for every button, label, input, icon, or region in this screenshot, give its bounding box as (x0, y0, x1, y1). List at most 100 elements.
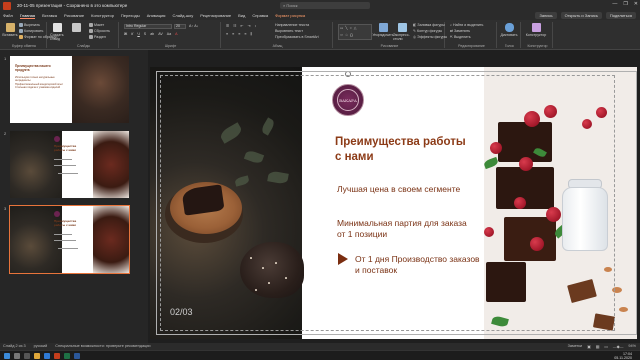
slide-thumbnail-2[interactable]: Преимущества работы с нами (10, 131, 129, 198)
slide-canvas[interactable]: 02/03 ВАКАРА Преимущества работы с нами … (150, 67, 637, 339)
shrink-font-icon: A↓ (194, 24, 199, 28)
cut-button[interactable]: Вырезать (19, 23, 40, 27)
zoom-level[interactable]: 94% (628, 344, 636, 349)
numbering-icon[interactable]: ☷ (233, 24, 236, 28)
tab-picture-format[interactable]: Формат рисунка (275, 13, 305, 18)
font-size-buttons[interactable]: A↑ A↓ (189, 24, 198, 28)
tab-review[interactable]: Рецензирование (200, 13, 231, 18)
designer-icon (531, 23, 541, 32)
new-slide-icon (52, 23, 62, 32)
shadow-button[interactable]: ab (150, 32, 154, 36)
cake-round (240, 242, 304, 298)
tab-transitions[interactable]: Переходы (121, 13, 140, 18)
tab-help[interactable]: Справка (252, 13, 268, 18)
reuse-slides-button[interactable] (66, 23, 86, 33)
powerpoint-icon[interactable] (54, 353, 60, 359)
align-text-button[interactable]: Выровнять текст (275, 29, 303, 33)
minimize-button[interactable]: — (612, 1, 617, 7)
bullets-icon[interactable]: ☰ (226, 24, 229, 28)
dictate-button[interactable]: Диктовать (501, 23, 517, 37)
outdent-icon[interactable]: ⇥ (247, 24, 250, 28)
tab-design[interactable]: Конструктор (91, 13, 114, 18)
slide-thumbnail-3[interactable]: Преимущества работы с нами (9, 205, 130, 274)
thumbnail-title: Преимущества работы с нами (54, 144, 77, 152)
normal-view-icon[interactable]: ▣ (587, 344, 591, 349)
align-right-icon[interactable]: ≡ (238, 32, 240, 36)
rotate-handle[interactable] (345, 71, 351, 77)
slide-heading[interactable]: Преимущества работы с нами (335, 135, 475, 165)
find-button[interactable]: ⌕ Найти и выделить (450, 23, 483, 27)
present-button[interactable]: Открыть и Запись (560, 12, 602, 19)
tab-animations[interactable]: Анимация (147, 13, 166, 18)
voice-group: Диктовать Голос (499, 22, 521, 48)
italic-button[interactable]: К (131, 32, 133, 36)
shape-effects-button[interactable]: ◎ Эффекты фигуры (413, 35, 447, 39)
quick-styles-button[interactable]: Экспресс-стили (393, 23, 411, 41)
explorer-icon[interactable] (34, 353, 40, 359)
shape-outline-button[interactable]: ✎ Контур фигуры (413, 29, 442, 33)
close-button[interactable]: ✕ (634, 1, 638, 7)
tab-insert[interactable]: Вставка (42, 13, 57, 18)
font-name-select[interactable]: Intro Regular (124, 24, 172, 29)
layout-button[interactable]: Макет (89, 23, 104, 27)
align-center-icon[interactable]: ≡ (232, 32, 234, 36)
system-clock[interactable]: 17:04 05.11.2020 (614, 352, 632, 360)
slide-thumbnail-1[interactable]: Преимущества нашего продукта Используем … (10, 56, 129, 123)
thumbnail-logo (54, 136, 60, 142)
tab-file[interactable]: Файл (3, 13, 13, 18)
notes-button[interactable]: Заметки (568, 344, 583, 349)
powerpoint-icon (3, 1, 11, 10)
zoom-slider[interactable]: —◆— (613, 344, 624, 349)
brand-logo[interactable]: ВАКАРА (332, 84, 364, 116)
reset-button[interactable]: Сбросить (89, 29, 110, 33)
browser-icon[interactable] (44, 353, 50, 359)
tab-view[interactable]: Вид (238, 13, 245, 18)
columns-icon[interactable]: ⫼ (250, 32, 252, 36)
point-production[interactable]: От 1 дня Производство заказов и поставок (355, 254, 480, 276)
bold-button[interactable]: Ж (124, 32, 127, 36)
tab-slideshow[interactable]: Слайд-шоу (172, 13, 193, 18)
smartart-button[interactable]: Преобразовать в SmartArt (275, 35, 319, 39)
indent-icon[interactable]: ⇤ (240, 24, 243, 28)
scissors-icon (19, 23, 23, 27)
text-direction-button[interactable]: Направление текста (275, 23, 309, 27)
maximize-button[interactable]: ❐ (623, 1, 627, 7)
strike-button[interactable]: S (144, 32, 146, 36)
font-size-select[interactable]: 20 (174, 24, 186, 29)
shape-fill-button[interactable]: ◧ Заливка фигуры (413, 23, 445, 27)
share-button[interactable]: Поделиться (605, 12, 636, 19)
spacing-button[interactable]: AV (158, 32, 163, 36)
task-view-icon[interactable] (24, 353, 30, 359)
copy-icon (19, 29, 23, 33)
start-icon[interactable] (4, 353, 10, 359)
sorter-view-icon[interactable]: ▦ (596, 344, 600, 349)
star-shape-icon: ☆ (345, 33, 349, 37)
copy-button[interactable]: Копировать (19, 29, 43, 33)
search-icon[interactable] (14, 353, 20, 359)
shapes-gallery[interactable]: ▭ ╲ ○ △ ⇨ ☆{} (338, 24, 372, 40)
arrange-button[interactable]: Упорядочить (372, 23, 394, 37)
tab-draw[interactable]: Рисование (64, 13, 84, 18)
paste-button[interactable]: Вставить (2, 23, 18, 37)
justify-icon[interactable]: ≡ (244, 32, 246, 36)
underline-button[interactable]: Ч (137, 32, 139, 36)
section-button[interactable]: Раздел (89, 35, 106, 39)
accessibility-status[interactable]: Специальные возможности: проверьте реком… (55, 344, 150, 348)
font-color-button[interactable]: A (175, 32, 177, 36)
point-min-order[interactable]: Минимальная партия для заказа от 1 позиц… (337, 218, 477, 240)
excel-icon[interactable] (64, 353, 70, 359)
reading-view-icon[interactable]: ▭ (604, 344, 608, 349)
replace-button[interactable]: ⇄ Заменить (450, 29, 470, 33)
new-slide-button[interactable]: Создать слайд (50, 23, 64, 41)
case-button[interactable]: Aa (167, 32, 171, 36)
align-left-icon[interactable]: ≡ (226, 32, 228, 36)
tab-home[interactable]: Главная (19, 13, 36, 19)
search-input[interactable]: ⌕ Поиск (280, 2, 370, 9)
select-button[interactable]: ⇱ Выделить (450, 35, 471, 39)
line-spacing-icon[interactable]: ↕ (255, 24, 257, 28)
word-icon[interactable] (74, 353, 80, 359)
designer-button[interactable]: Конструктор (526, 23, 546, 37)
point-price[interactable]: Лучшая цена в своем сегменте (337, 184, 477, 195)
record-button[interactable]: Запись (535, 12, 557, 19)
language-indicator[interactable]: русский (34, 344, 48, 348)
